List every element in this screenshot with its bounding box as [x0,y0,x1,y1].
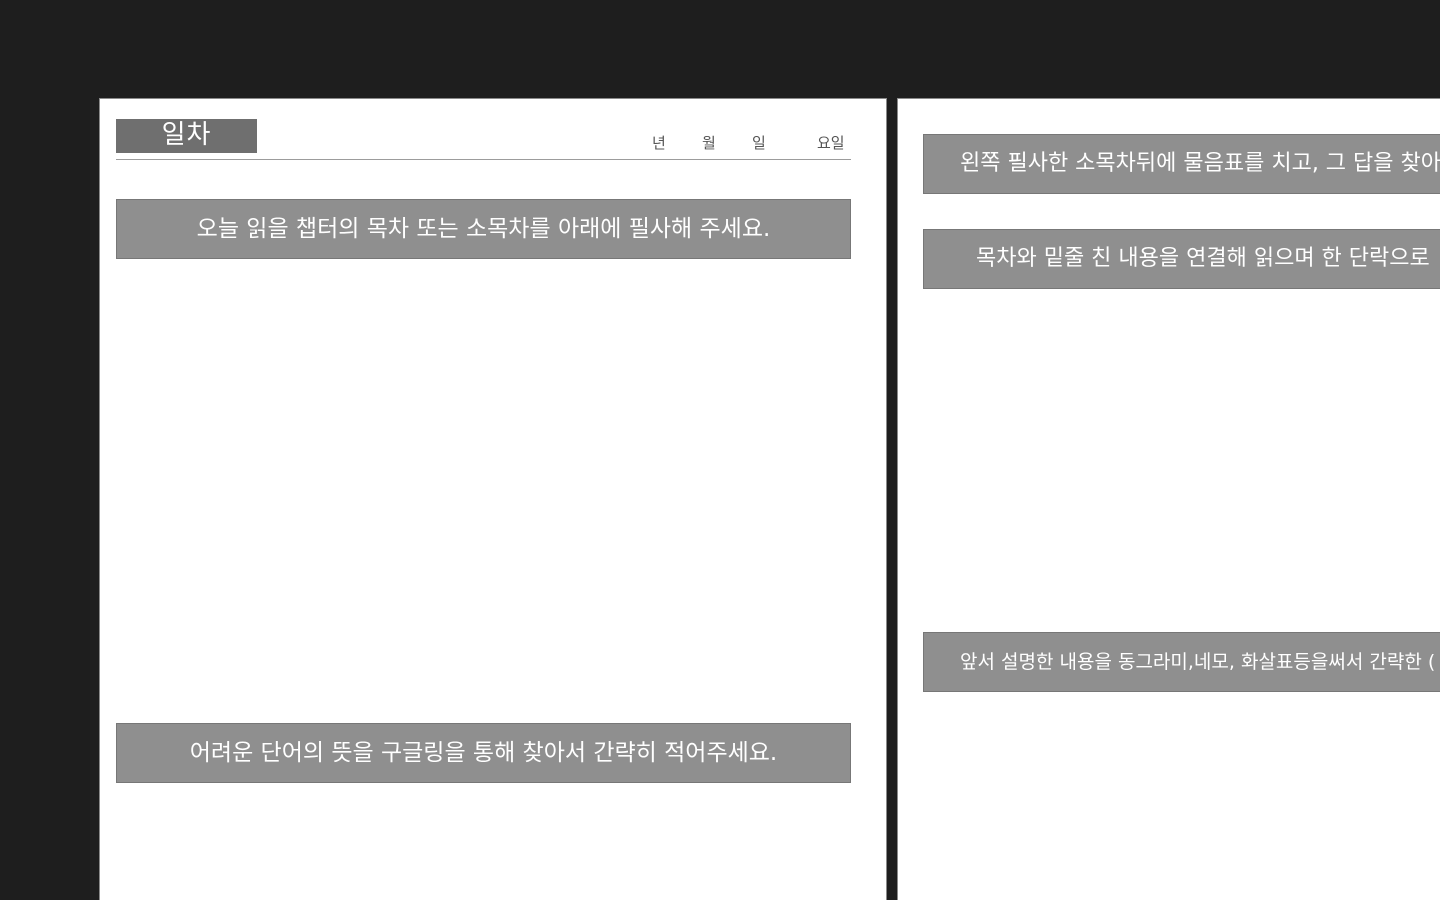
question-instruction-banner: 왼쪽 필사한 소목차뒤에 물음표를 치고, 그 답을 찾아 읽 [923,134,1440,194]
vocab-instruction-banner: 어려운 단어의 뜻을 구글링을 통해 찾아서 간략히 적어주세요. [116,723,851,783]
header-divider [116,159,851,160]
left-page: 일차 년 월 일 요일 오늘 읽을 챕터의 목차 또는 소목차를 아래에 필사해… [99,98,887,900]
document-viewer[interactable]: 일차 년 월 일 요일 오늘 읽을 챕터의 목차 또는 소목차를 아래에 필사해… [0,0,1440,900]
right-page: 왼쪽 필사한 소목차뒤에 물음표를 치고, 그 답을 찾아 읽 목차와 밑줄 친… [897,98,1440,900]
date-day-label: 일 [752,134,766,152]
toc-instruction-banner: 오늘 읽을 챕터의 목차 또는 소목차를 아래에 필사해 주세요. [116,199,851,259]
date-fields: 년 월 일 요일 [652,132,852,152]
connect-instruction-banner: 목차와 밑줄 친 내용을 연결해 읽으며 한 단락으로 [923,229,1440,289]
diagram-instruction-banner: 앞서 설명한 내용을 동그라미,네모, 화살표등을써서 간략한 ( [923,632,1440,692]
day-label: 일차 [116,119,257,153]
date-year-label: 년 [652,134,666,152]
date-weekday-label: 요일 [817,134,845,152]
date-month-label: 월 [702,134,716,152]
